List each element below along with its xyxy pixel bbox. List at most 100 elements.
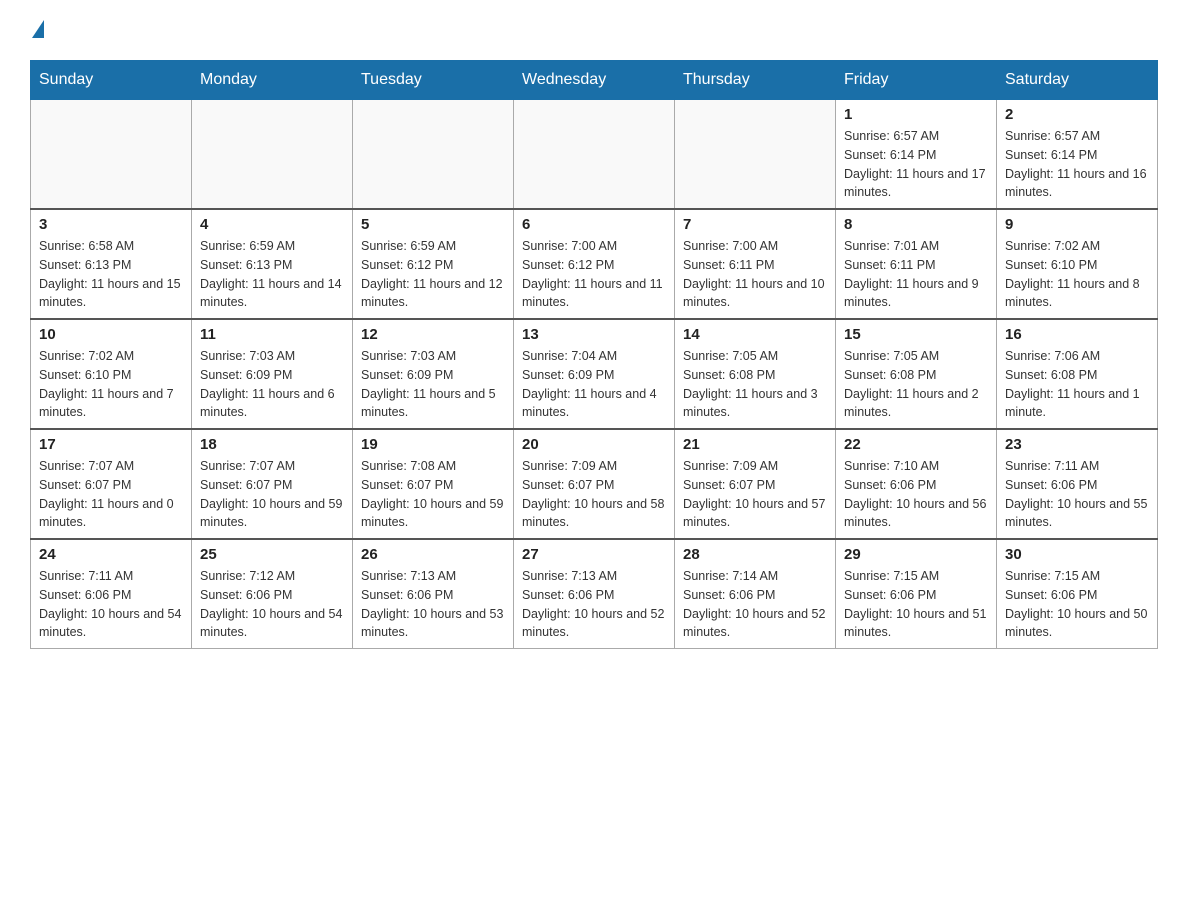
calendar-cell: 23 Sunrise: 7:11 AMSunset: 6:06 PMDayligh… <box>997 429 1158 539</box>
page-header <box>30 20 1158 40</box>
calendar-cell: 12 Sunrise: 7:03 AMSunset: 6:09 PMDayligh… <box>353 319 514 429</box>
day-info: Sunrise: 7:15 AMSunset: 6:06 PMDaylight:… <box>1005 567 1149 642</box>
day-info: Sunrise: 7:14 AMSunset: 6:06 PMDaylight:… <box>683 567 827 642</box>
day-number: 5 <box>361 216 505 233</box>
calendar-cell: 4 Sunrise: 6:59 AMSunset: 6:13 PMDaylight… <box>192 209 353 319</box>
calendar-cell: 30 Sunrise: 7:15 AMSunset: 6:06 PMDayligh… <box>997 539 1158 649</box>
day-info: Sunrise: 7:11 AMSunset: 6:06 PMDaylight:… <box>1005 457 1149 532</box>
calendar-cell: 13 Sunrise: 7:04 AMSunset: 6:09 PMDayligh… <box>514 319 675 429</box>
day-number: 6 <box>522 216 666 233</box>
day-of-week-header: Saturday <box>997 61 1158 100</box>
day-info: Sunrise: 7:12 AMSunset: 6:06 PMDaylight:… <box>200 567 344 642</box>
day-info: Sunrise: 6:59 AMSunset: 6:13 PMDaylight:… <box>200 237 344 312</box>
day-info: Sunrise: 6:58 AMSunset: 6:13 PMDaylight:… <box>39 237 183 312</box>
day-number: 15 <box>844 326 988 343</box>
day-info: Sunrise: 7:07 AMSunset: 6:07 PMDaylight:… <box>200 457 344 532</box>
day-number: 17 <box>39 436 183 453</box>
day-info: Sunrise: 7:09 AMSunset: 6:07 PMDaylight:… <box>522 457 666 532</box>
calendar-cell: 28 Sunrise: 7:14 AMSunset: 6:06 PMDayligh… <box>675 539 836 649</box>
calendar-cell: 22 Sunrise: 7:10 AMSunset: 6:06 PMDayligh… <box>836 429 997 539</box>
logo <box>30 20 44 40</box>
day-number: 24 <box>39 546 183 563</box>
day-number: 29 <box>844 546 988 563</box>
calendar-cell: 14Sunrise: 7:05 AMSunset: 6:08 PMDayligh… <box>675 319 836 429</box>
calendar-cell: 2 Sunrise: 6:57 AMSunset: 6:14 PMDaylight… <box>997 100 1158 210</box>
day-number: 30 <box>1005 546 1149 563</box>
calendar-week-row: 17 Sunrise: 7:07 AMSunset: 6:07 PMDayligh… <box>31 429 1158 539</box>
day-info: Sunrise: 7:04 AMSunset: 6:09 PMDaylight:… <box>522 347 666 422</box>
calendar-cell: 6 Sunrise: 7:00 AMSunset: 6:12 PMDaylight… <box>514 209 675 319</box>
calendar-cell <box>192 100 353 210</box>
day-info: Sunrise: 7:15 AMSunset: 6:06 PMDaylight:… <box>844 567 988 642</box>
day-info: Sunrise: 7:11 AMSunset: 6:06 PMDaylight:… <box>39 567 183 642</box>
day-info: Sunrise: 7:13 AMSunset: 6:06 PMDaylight:… <box>361 567 505 642</box>
day-number: 26 <box>361 546 505 563</box>
calendar-cell: 27Sunrise: 7:13 AMSunset: 6:06 PMDayligh… <box>514 539 675 649</box>
calendar-cell: 17 Sunrise: 7:07 AMSunset: 6:07 PMDayligh… <box>31 429 192 539</box>
day-info: Sunrise: 7:00 AMSunset: 6:11 PMDaylight:… <box>683 237 827 312</box>
calendar-table: SundayMondayTuesdayWednesdayThursdayFrid… <box>30 60 1158 649</box>
day-info: Sunrise: 7:02 AMSunset: 6:10 PMDaylight:… <box>39 347 183 422</box>
calendar-cell: 7 Sunrise: 7:00 AMSunset: 6:11 PMDaylight… <box>675 209 836 319</box>
calendar-cell: 5 Sunrise: 6:59 AMSunset: 6:12 PMDaylight… <box>353 209 514 319</box>
day-number: 2 <box>1005 106 1149 123</box>
day-number: 25 <box>200 546 344 563</box>
calendar-cell <box>353 100 514 210</box>
day-number: 16 <box>1005 326 1149 343</box>
day-info: Sunrise: 7:13 AMSunset: 6:06 PMDaylight:… <box>522 567 666 642</box>
calendar-cell: 8 Sunrise: 7:01 AMSunset: 6:11 PMDaylight… <box>836 209 997 319</box>
day-number: 4 <box>200 216 344 233</box>
calendar-cell: 16Sunrise: 7:06 AMSunset: 6:08 PMDayligh… <box>997 319 1158 429</box>
calendar-week-row: 10 Sunrise: 7:02 AMSunset: 6:10 PMDayligh… <box>31 319 1158 429</box>
calendar-cell: 10 Sunrise: 7:02 AMSunset: 6:10 PMDayligh… <box>31 319 192 429</box>
calendar-header-row: SundayMondayTuesdayWednesdayThursdayFrid… <box>31 61 1158 100</box>
day-info: Sunrise: 7:01 AMSunset: 6:11 PMDaylight:… <box>844 237 988 312</box>
calendar-cell: 21 Sunrise: 7:09 AMSunset: 6:07 PMDayligh… <box>675 429 836 539</box>
calendar-cell: 18 Sunrise: 7:07 AMSunset: 6:07 PMDayligh… <box>192 429 353 539</box>
calendar-cell: 1 Sunrise: 6:57 AMSunset: 6:14 PMDaylight… <box>836 100 997 210</box>
day-number: 20 <box>522 436 666 453</box>
day-number: 9 <box>1005 216 1149 233</box>
day-info: Sunrise: 7:09 AMSunset: 6:07 PMDaylight:… <box>683 457 827 532</box>
calendar-cell <box>675 100 836 210</box>
calendar-cell: 9Sunrise: 7:02 AMSunset: 6:10 PMDaylight… <box>997 209 1158 319</box>
day-of-week-header: Sunday <box>31 61 192 100</box>
day-number: 1 <box>844 106 988 123</box>
day-info: Sunrise: 6:57 AMSunset: 6:14 PMDaylight:… <box>1005 127 1149 202</box>
day-number: 11 <box>200 326 344 343</box>
day-number: 10 <box>39 326 183 343</box>
day-number: 22 <box>844 436 988 453</box>
calendar-week-row: 3 Sunrise: 6:58 AMSunset: 6:13 PMDaylight… <box>31 209 1158 319</box>
calendar-cell <box>514 100 675 210</box>
calendar-cell: 15 Sunrise: 7:05 AMSunset: 6:08 PMDayligh… <box>836 319 997 429</box>
day-number: 19 <box>361 436 505 453</box>
day-info: Sunrise: 7:05 AMSunset: 6:08 PMDaylight:… <box>844 347 988 422</box>
calendar-week-row: 24 Sunrise: 7:11 AMSunset: 6:06 PMDayligh… <box>31 539 1158 649</box>
day-of-week-header: Friday <box>836 61 997 100</box>
day-info: Sunrise: 6:57 AMSunset: 6:14 PMDaylight:… <box>844 127 988 202</box>
logo-triangle-icon <box>32 20 44 38</box>
day-info: Sunrise: 6:59 AMSunset: 6:12 PMDaylight:… <box>361 237 505 312</box>
day-number: 28 <box>683 546 827 563</box>
day-info: Sunrise: 7:08 AMSunset: 6:07 PMDaylight:… <box>361 457 505 532</box>
day-of-week-header: Wednesday <box>514 61 675 100</box>
calendar-cell <box>31 100 192 210</box>
calendar-cell: 26 Sunrise: 7:13 AMSunset: 6:06 PMDayligh… <box>353 539 514 649</box>
day-number: 12 <box>361 326 505 343</box>
day-of-week-header: Monday <box>192 61 353 100</box>
calendar-cell: 11Sunrise: 7:03 AMSunset: 6:09 PMDayligh… <box>192 319 353 429</box>
day-number: 18 <box>200 436 344 453</box>
day-number: 8 <box>844 216 988 233</box>
day-info: Sunrise: 7:07 AMSunset: 6:07 PMDaylight:… <box>39 457 183 532</box>
day-number: 7 <box>683 216 827 233</box>
calendar-week-row: 1 Sunrise: 6:57 AMSunset: 6:14 PMDaylight… <box>31 100 1158 210</box>
day-number: 13 <box>522 326 666 343</box>
day-info: Sunrise: 7:03 AMSunset: 6:09 PMDaylight:… <box>361 347 505 422</box>
day-info: Sunrise: 7:00 AMSunset: 6:12 PMDaylight:… <box>522 237 666 312</box>
day-number: 3 <box>39 216 183 233</box>
day-number: 21 <box>683 436 827 453</box>
calendar-cell: 20 Sunrise: 7:09 AMSunset: 6:07 PMDayligh… <box>514 429 675 539</box>
day-number: 23 <box>1005 436 1149 453</box>
day-info: Sunrise: 7:10 AMSunset: 6:06 PMDaylight:… <box>844 457 988 532</box>
day-of-week-header: Tuesday <box>353 61 514 100</box>
